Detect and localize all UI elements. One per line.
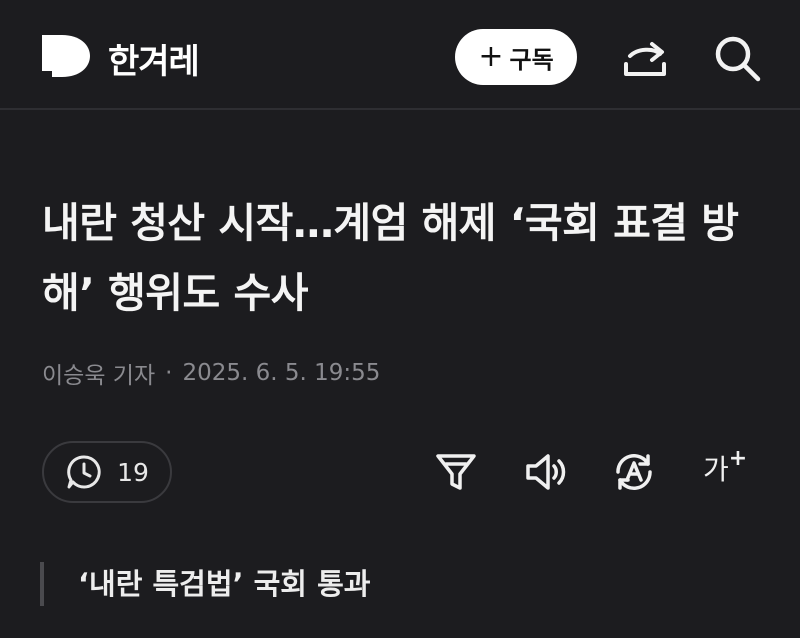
related-article-link[interactable]: ‘내란 특검법’ 국회 통과 — [40, 562, 370, 606]
comment-count: 19 — [117, 457, 149, 487]
plus-icon: + — [728, 445, 748, 471]
byline-separator: · — [165, 360, 173, 386]
share-icon[interactable] — [620, 36, 670, 80]
byline: 이승욱 기자 · 2025. 6. 5. 19:55 — [42, 356, 380, 390]
top-bar: 한겨레 + 구독 — [0, 0, 800, 110]
subscribe-label: 구독 — [509, 45, 554, 74]
subscribe-button[interactable]: + 구독 — [455, 29, 577, 85]
search-icon[interactable] — [712, 33, 762, 83]
comments-button[interactable]: 19 — [42, 441, 172, 503]
font-size-button[interactable]: 가+ — [703, 445, 748, 488]
article-headline: 내란 청산 시작…계엄 해제 ‘국회 표결 방해’ 행위도 수사 — [42, 199, 739, 317]
plus-icon: + — [478, 39, 504, 74]
speaker-icon[interactable] — [524, 450, 568, 494]
publish-datetime: 2025. 6. 5. 19:55 — [182, 360, 381, 386]
filter-icon[interactable] — [434, 450, 478, 494]
font-size-label: 가 — [703, 453, 729, 486]
comment-clock-icon — [67, 455, 101, 489]
author-name[interactable]: 이승욱 기자 — [42, 356, 155, 390]
brand-name[interactable]: 한겨레 — [108, 34, 200, 83]
hani-logo-icon[interactable] — [40, 31, 92, 81]
auto-translate-icon[interactable] — [612, 450, 656, 494]
